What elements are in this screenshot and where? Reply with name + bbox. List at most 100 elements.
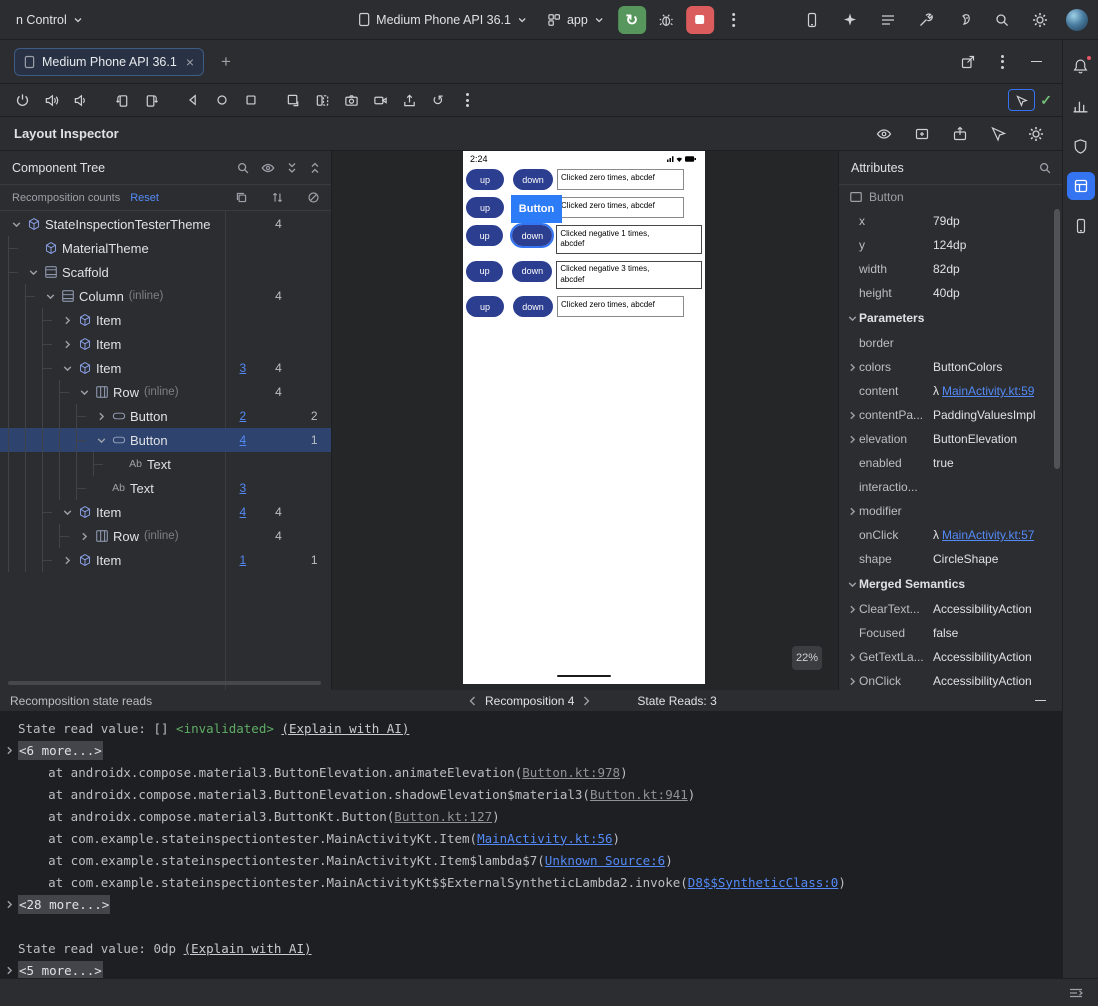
tree-horizontal-scrollbar[interactable] xyxy=(8,681,321,685)
attr-row[interactable]: border xyxy=(839,331,1062,355)
tree-node-text[interactable]: Ab Text 3 xyxy=(0,476,331,500)
task-list-icon[interactable] xyxy=(876,8,900,32)
rotate-right-icon[interactable] xyxy=(139,88,163,112)
fold-toggle-icon[interactable] xyxy=(0,745,18,756)
device-selector[interactable]: Medium Phone API 36.1 xyxy=(352,8,533,31)
tree-node-item[interactable]: Item 4 4 xyxy=(0,500,331,524)
attr-expand-icon[interactable] xyxy=(845,652,859,663)
rerun-app-button[interactable]: ↻ xyxy=(617,5,646,34)
attr-expand-icon[interactable] xyxy=(845,434,859,445)
fold-toggle-icon[interactable] xyxy=(0,899,18,910)
console-link[interactable]: (Explain with AI) xyxy=(281,721,409,736)
debug-button[interactable] xyxy=(654,8,678,32)
device-screen[interactable]: 2:24 updownClicked zero times, abcdefupd… xyxy=(463,151,705,684)
attr-expand-icon[interactable] xyxy=(845,410,859,421)
console-link[interactable]: Button.kt:127 xyxy=(394,809,492,824)
attr-row[interactable]: x 79dp xyxy=(839,209,1062,233)
tree-expand-icon[interactable] xyxy=(76,531,92,542)
collapse-all-icon[interactable] xyxy=(309,161,321,175)
attr-value-link[interactable]: MainActivity.kt:57 xyxy=(942,528,1034,542)
attr-value-link[interactable]: MainActivity.kt:59 xyxy=(942,384,1034,398)
device-options-menu[interactable] xyxy=(455,88,479,112)
overview-button-icon[interactable] xyxy=(239,88,263,112)
recomposition-count-link[interactable]: 1 xyxy=(225,553,261,567)
expand-all-icon[interactable] xyxy=(286,161,298,175)
skips-column-icon[interactable] xyxy=(295,191,331,204)
tree-expand-icon[interactable] xyxy=(59,507,75,518)
recomposition-count-link[interactable]: 3 xyxy=(225,361,261,375)
attr-row[interactable]: interactio... xyxy=(839,475,1062,499)
recomposition-count-link[interactable]: 4 xyxy=(225,433,261,447)
tree-node-item[interactable]: Item 3 4 xyxy=(0,356,331,380)
console-link[interactable]: D8$$SyntheticClass:0 xyxy=(688,875,839,890)
console-link[interactable]: (Explain with AI) xyxy=(184,941,312,956)
next-recomposition-icon[interactable] xyxy=(582,695,591,707)
console-link[interactable]: Unknown Source:6 xyxy=(545,853,665,868)
settings-gear-icon[interactable] xyxy=(1028,8,1052,32)
gradle-icon[interactable] xyxy=(952,8,976,32)
up-button[interactable]: up xyxy=(466,260,504,282)
home-button-icon[interactable] xyxy=(210,88,234,112)
attr-row[interactable]: elevation ButtonElevation xyxy=(839,427,1062,451)
app-insights-icon[interactable] xyxy=(1067,132,1095,160)
attributes-scrollbar[interactable] xyxy=(1054,209,1060,469)
attr-expand-icon[interactable] xyxy=(845,362,859,373)
tree-expand-icon[interactable] xyxy=(59,315,75,326)
attr-row[interactable]: contentPa... PaddingValuesImpl xyxy=(839,403,1062,427)
fold-toggle-icon[interactable] xyxy=(0,965,18,976)
folded-frames[interactable]: <5 more...> xyxy=(18,960,103,978)
snapshot-icon[interactable] xyxy=(281,88,305,112)
tree-visibility-eye-icon[interactable] xyxy=(261,161,275,175)
reset-counts-link[interactable]: Reset xyxy=(130,192,159,204)
minimize-console-icon[interactable] xyxy=(1028,689,1052,713)
notifications-bell-icon[interactable] xyxy=(1067,52,1095,80)
down-button[interactable]: down xyxy=(512,260,553,282)
attr-row[interactable]: height 40dp xyxy=(839,281,1062,305)
device-explorer-icon[interactable] xyxy=(1067,212,1095,240)
screenshot-camera-icon[interactable] xyxy=(339,88,363,112)
attr-row[interactable]: OnClick AccessibilityAction xyxy=(839,669,1062,690)
live-updates-eye-icon[interactable] xyxy=(872,122,896,146)
tree-node-item[interactable]: Item xyxy=(0,332,331,356)
tree-expand-icon[interactable] xyxy=(93,411,109,422)
tree-node-item[interactable]: Item 1 1 xyxy=(0,548,331,572)
attr-row[interactable]: width 82dp xyxy=(839,257,1062,281)
attr-row[interactable]: modifier xyxy=(839,499,1062,523)
state-reads-console[interactable]: State read value: [] <invalidated> (Expl… xyxy=(0,712,1062,978)
device-mirror-icon[interactable] xyxy=(800,8,824,32)
stop-app-button[interactable] xyxy=(685,5,714,34)
tree-node-button[interactable]: Button 2 2 xyxy=(0,404,331,428)
up-button[interactable]: up xyxy=(466,169,504,190)
attr-expand-icon[interactable] xyxy=(845,676,859,687)
rotate-left-icon[interactable] xyxy=(110,88,134,112)
power-button-icon[interactable] xyxy=(10,88,34,112)
add-device-tab-button[interactable]: + xyxy=(214,52,238,72)
hide-panel-icon[interactable] xyxy=(1024,50,1048,74)
recomposition-count-link[interactable]: 3 xyxy=(225,481,261,495)
attr-expand-icon[interactable] xyxy=(845,506,859,517)
tree-expand-icon[interactable] xyxy=(59,339,75,350)
screen-record-icon[interactable] xyxy=(368,88,392,112)
back-button-icon[interactable] xyxy=(181,88,205,112)
section-chevron-icon[interactable] xyxy=(845,579,859,590)
tree-expand-icon[interactable] xyxy=(25,267,41,278)
device-render-viewport[interactable]: 2:24 updownClicked zero times, abcdefupd… xyxy=(332,151,838,690)
section-chevron-icon[interactable] xyxy=(845,313,859,324)
tree-node-item[interactable]: Item xyxy=(0,308,331,332)
up-button[interactable]: up xyxy=(466,225,504,246)
build-icon[interactable] xyxy=(914,8,938,32)
attr-row[interactable]: content λ MainActivity.kt:59 xyxy=(839,379,1062,403)
tree-node-row[interactable]: Row (inline) 4 xyxy=(0,524,331,548)
select-mode-pointer-icon[interactable] xyxy=(986,122,1010,146)
tree-expand-icon[interactable] xyxy=(8,219,24,230)
down-button[interactable]: down xyxy=(512,225,553,246)
folded-frames[interactable]: <6 more...> xyxy=(18,740,103,760)
console-link[interactable]: Button.kt:941 xyxy=(590,787,688,802)
volume-down-icon[interactable] xyxy=(68,88,92,112)
tree-node-column[interactable]: Column (inline) 4 xyxy=(0,284,331,308)
tree-expand-icon[interactable] xyxy=(59,555,75,566)
layout-inspector-tool-icon[interactable] xyxy=(1066,172,1095,200)
run-configuration-selector[interactable]: app xyxy=(541,9,610,31)
down-button[interactable]: down xyxy=(513,169,553,190)
attr-row[interactable]: GetTextLa... AccessibilityAction xyxy=(839,645,1062,669)
